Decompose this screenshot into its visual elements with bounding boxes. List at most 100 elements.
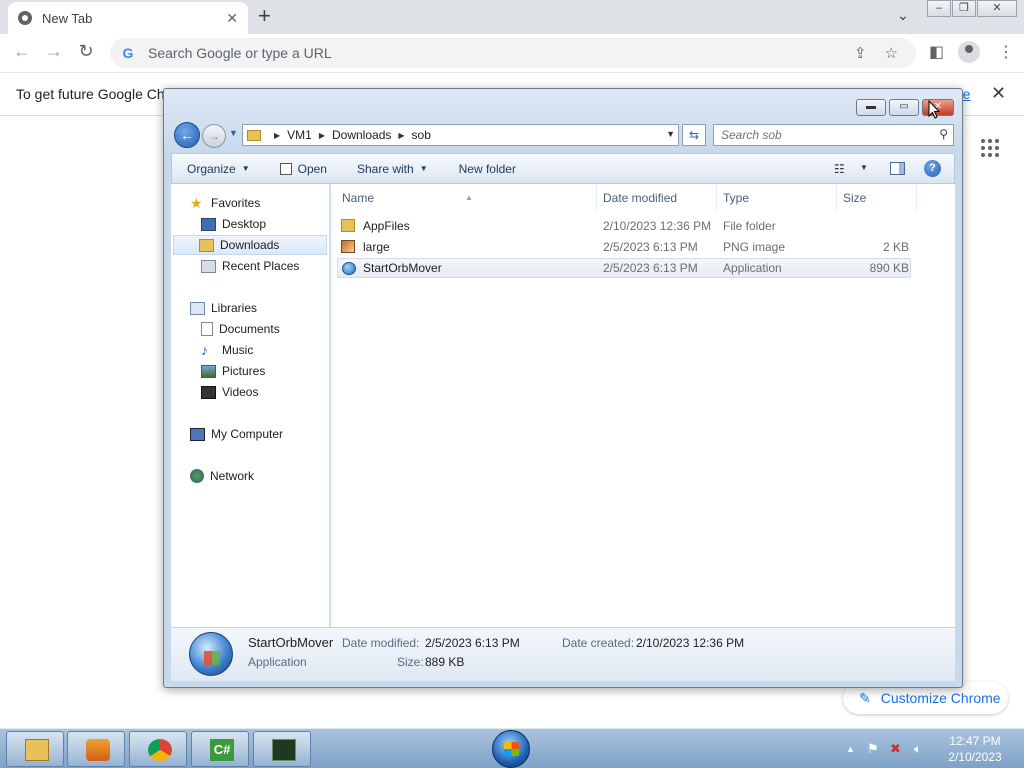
chrome-icon [148, 739, 172, 761]
tab-title: New Tab [42, 10, 93, 26]
address-bar[interactable]: ▶ VM1 ▶ Downloads ▶ sob ▼ [242, 124, 679, 146]
volume-icon[interactable]: 🔈︎ [914, 741, 922, 757]
taskbar-cmd-button[interactable] [253, 731, 311, 767]
refresh-button[interactable]: ⇆ [682, 124, 706, 146]
explorer-forward-button[interactable]: → [202, 124, 226, 148]
omnibox[interactable]: G Search Google or type a URL ⇪ ☆ [110, 38, 916, 68]
column-header-type[interactable]: Type [717, 186, 837, 210]
breadcrumb-downloads[interactable]: Downloads [332, 128, 391, 142]
share-with-label: Share with [356, 161, 414, 176]
search-input[interactable] [714, 125, 924, 145]
preview-pane-icon[interactable] [890, 162, 905, 175]
view-options-icon[interactable]: ☷ [834, 162, 845, 176]
side-panel-icon[interactable]: ◧ [929, 42, 944, 62]
taskbar-media-player-button[interactable] [67, 731, 125, 767]
explorer-back-button[interactable]: ← [174, 122, 200, 148]
nav-downloads[interactable]: Downloads [173, 235, 327, 255]
column-header-name[interactable]: Name ▲ [336, 186, 597, 210]
minimize-button[interactable]: – [927, 0, 951, 17]
address-dropdown-icon[interactable]: ▼ [666, 129, 675, 139]
close-button[interactable]: ✕ [977, 0, 1017, 17]
taskbar-clock[interactable]: 12:47 PM 2/10/2023 [940, 733, 1010, 765]
nav-recent-label: Recent Places [222, 259, 300, 273]
share-icon[interactable]: ⇪ [854, 44, 867, 62]
action-center-icon[interactable]: ⚑ [867, 741, 879, 757]
profile-icon[interactable] [958, 41, 980, 63]
nav-favorites[interactable]: ★ Favorites [190, 193, 260, 213]
nav-videos-label: Videos [222, 385, 259, 399]
file-row[interactable]: large 2/5/2023 6:13 PM PNG image 2 KB [337, 237, 911, 257]
open-button[interactable]: Open [279, 162, 327, 176]
network-icon [190, 469, 204, 483]
details-date-modified: 2/5/2023 6:13 PM [425, 636, 520, 650]
breadcrumb-arrow-icon[interactable]: ▶ [319, 131, 325, 140]
nav-documents-label: Documents [219, 322, 280, 336]
column-header-date[interactable]: Date modified [597, 186, 717, 210]
nav-recent-places[interactable]: Recent Places [201, 256, 299, 276]
chrome-toolbar: ← → ↻ G Search Google or type a URL ⇪ ☆ … [0, 34, 1024, 72]
reload-icon[interactable]: ↻ [74, 41, 98, 62]
share-with-button[interactable]: Share with ▼ [357, 162, 428, 176]
nav-videos[interactable]: Videos [201, 382, 258, 402]
breadcrumb-arrow-icon[interactable]: ▶ [274, 131, 280, 140]
recent-pages-caret-icon[interactable]: ▼ [229, 128, 238, 138]
nav-network[interactable]: Network [190, 466, 254, 486]
nav-music[interactable]: ♪ Music [201, 340, 253, 360]
chrome-favicon-icon [18, 11, 32, 25]
organize-button[interactable]: Organize ▼ [187, 162, 250, 176]
file-row-selected[interactable]: StartOrbMover 2/5/2023 6:13 PM Applicati… [337, 258, 911, 278]
nav-my-computer[interactable]: My Computer [190, 424, 283, 444]
view-caret-icon[interactable]: ▼ [860, 163, 868, 172]
info-bar-close-icon[interactable]: ✕ [991, 83, 1006, 104]
explorer-minimize-button[interactable]: ▬ [856, 99, 886, 116]
file-name: StartOrbMover [363, 261, 442, 275]
omnibox-placeholder[interactable]: Search Google or type a URL [148, 45, 854, 61]
details-date-created-label: Date created: [562, 636, 635, 650]
nav-desktop[interactable]: Desktop [201, 214, 266, 234]
apps-grid-icon[interactable] [981, 139, 999, 157]
breadcrumb-arrow-icon[interactable]: ▶ [398, 131, 404, 140]
folder-icon [341, 219, 355, 232]
details-file-name: StartOrbMover [248, 635, 334, 650]
organize-label: Organize [187, 161, 236, 176]
pencil-icon: ✎ [859, 689, 871, 706]
clock-date: 2/10/2023 [948, 750, 1002, 764]
nav-downloads-label: Downloads [220, 238, 280, 252]
network-status-icon[interactable]: ✖ [890, 741, 901, 757]
explorer-maximize-button[interactable]: ▭ [889, 99, 919, 116]
explorer-window: ▬ ▭ ✕ ← → ▼ ▶ VM1 ▶ Downloads ▶ sob ▼ ⇆ … [163, 88, 963, 688]
tray-expand-icon[interactable]: ▲ [846, 744, 855, 754]
column-header-size[interactable]: Size [837, 186, 917, 210]
videos-icon [201, 385, 216, 399]
search-box[interactable]: ⚲ [713, 124, 954, 146]
file-size: 890 KB [869, 261, 909, 275]
taskbar-explorer-button[interactable] [6, 731, 64, 767]
new-tab-button[interactable]: + [258, 5, 271, 27]
search-icon[interactable]: ⚲ [939, 127, 948, 141]
nav-pictures[interactable]: Pictures [201, 361, 265, 381]
file-name: large [363, 240, 390, 254]
breadcrumb-sob[interactable]: sob [412, 128, 431, 142]
taskbar-chrome-button[interactable] [129, 731, 187, 767]
sort-arrow-icon: ▲ [465, 193, 473, 202]
breadcrumb-vm1[interactable]: VM1 [287, 128, 312, 142]
nav-network-label: Network [210, 469, 255, 483]
tab-close-icon[interactable]: ✕ [226, 10, 238, 27]
taskbar-csharp-button[interactable]: C# [191, 731, 249, 767]
restore-button[interactable]: ❐ [952, 0, 976, 17]
nav-documents[interactable]: Documents [201, 319, 280, 339]
new-folder-button[interactable]: New folder [459, 162, 516, 176]
nav-libraries[interactable]: Libraries [190, 298, 257, 318]
forward-arrow-icon[interactable]: → [42, 41, 66, 62]
start-orb-icon[interactable] [492, 730, 530, 768]
png-image-icon [341, 240, 355, 253]
details-size: 889 KB [425, 655, 465, 669]
file-row[interactable]: AppFiles 2/10/2023 12:36 PM File folder [337, 216, 911, 236]
chevron-down-icon[interactable]: ⌄ [897, 7, 909, 24]
star-icon[interactable]: ☆ [885, 44, 898, 62]
details-pane: StartOrbMover Application Date modified:… [171, 627, 955, 681]
back-arrow-icon[interactable]: ← [10, 41, 34, 62]
kebab-menu-icon[interactable]: ⋮ [998, 42, 1014, 62]
help-icon[interactable]: ? [924, 160, 941, 177]
tab-new-tab[interactable]: New Tab ✕ [8, 2, 248, 34]
